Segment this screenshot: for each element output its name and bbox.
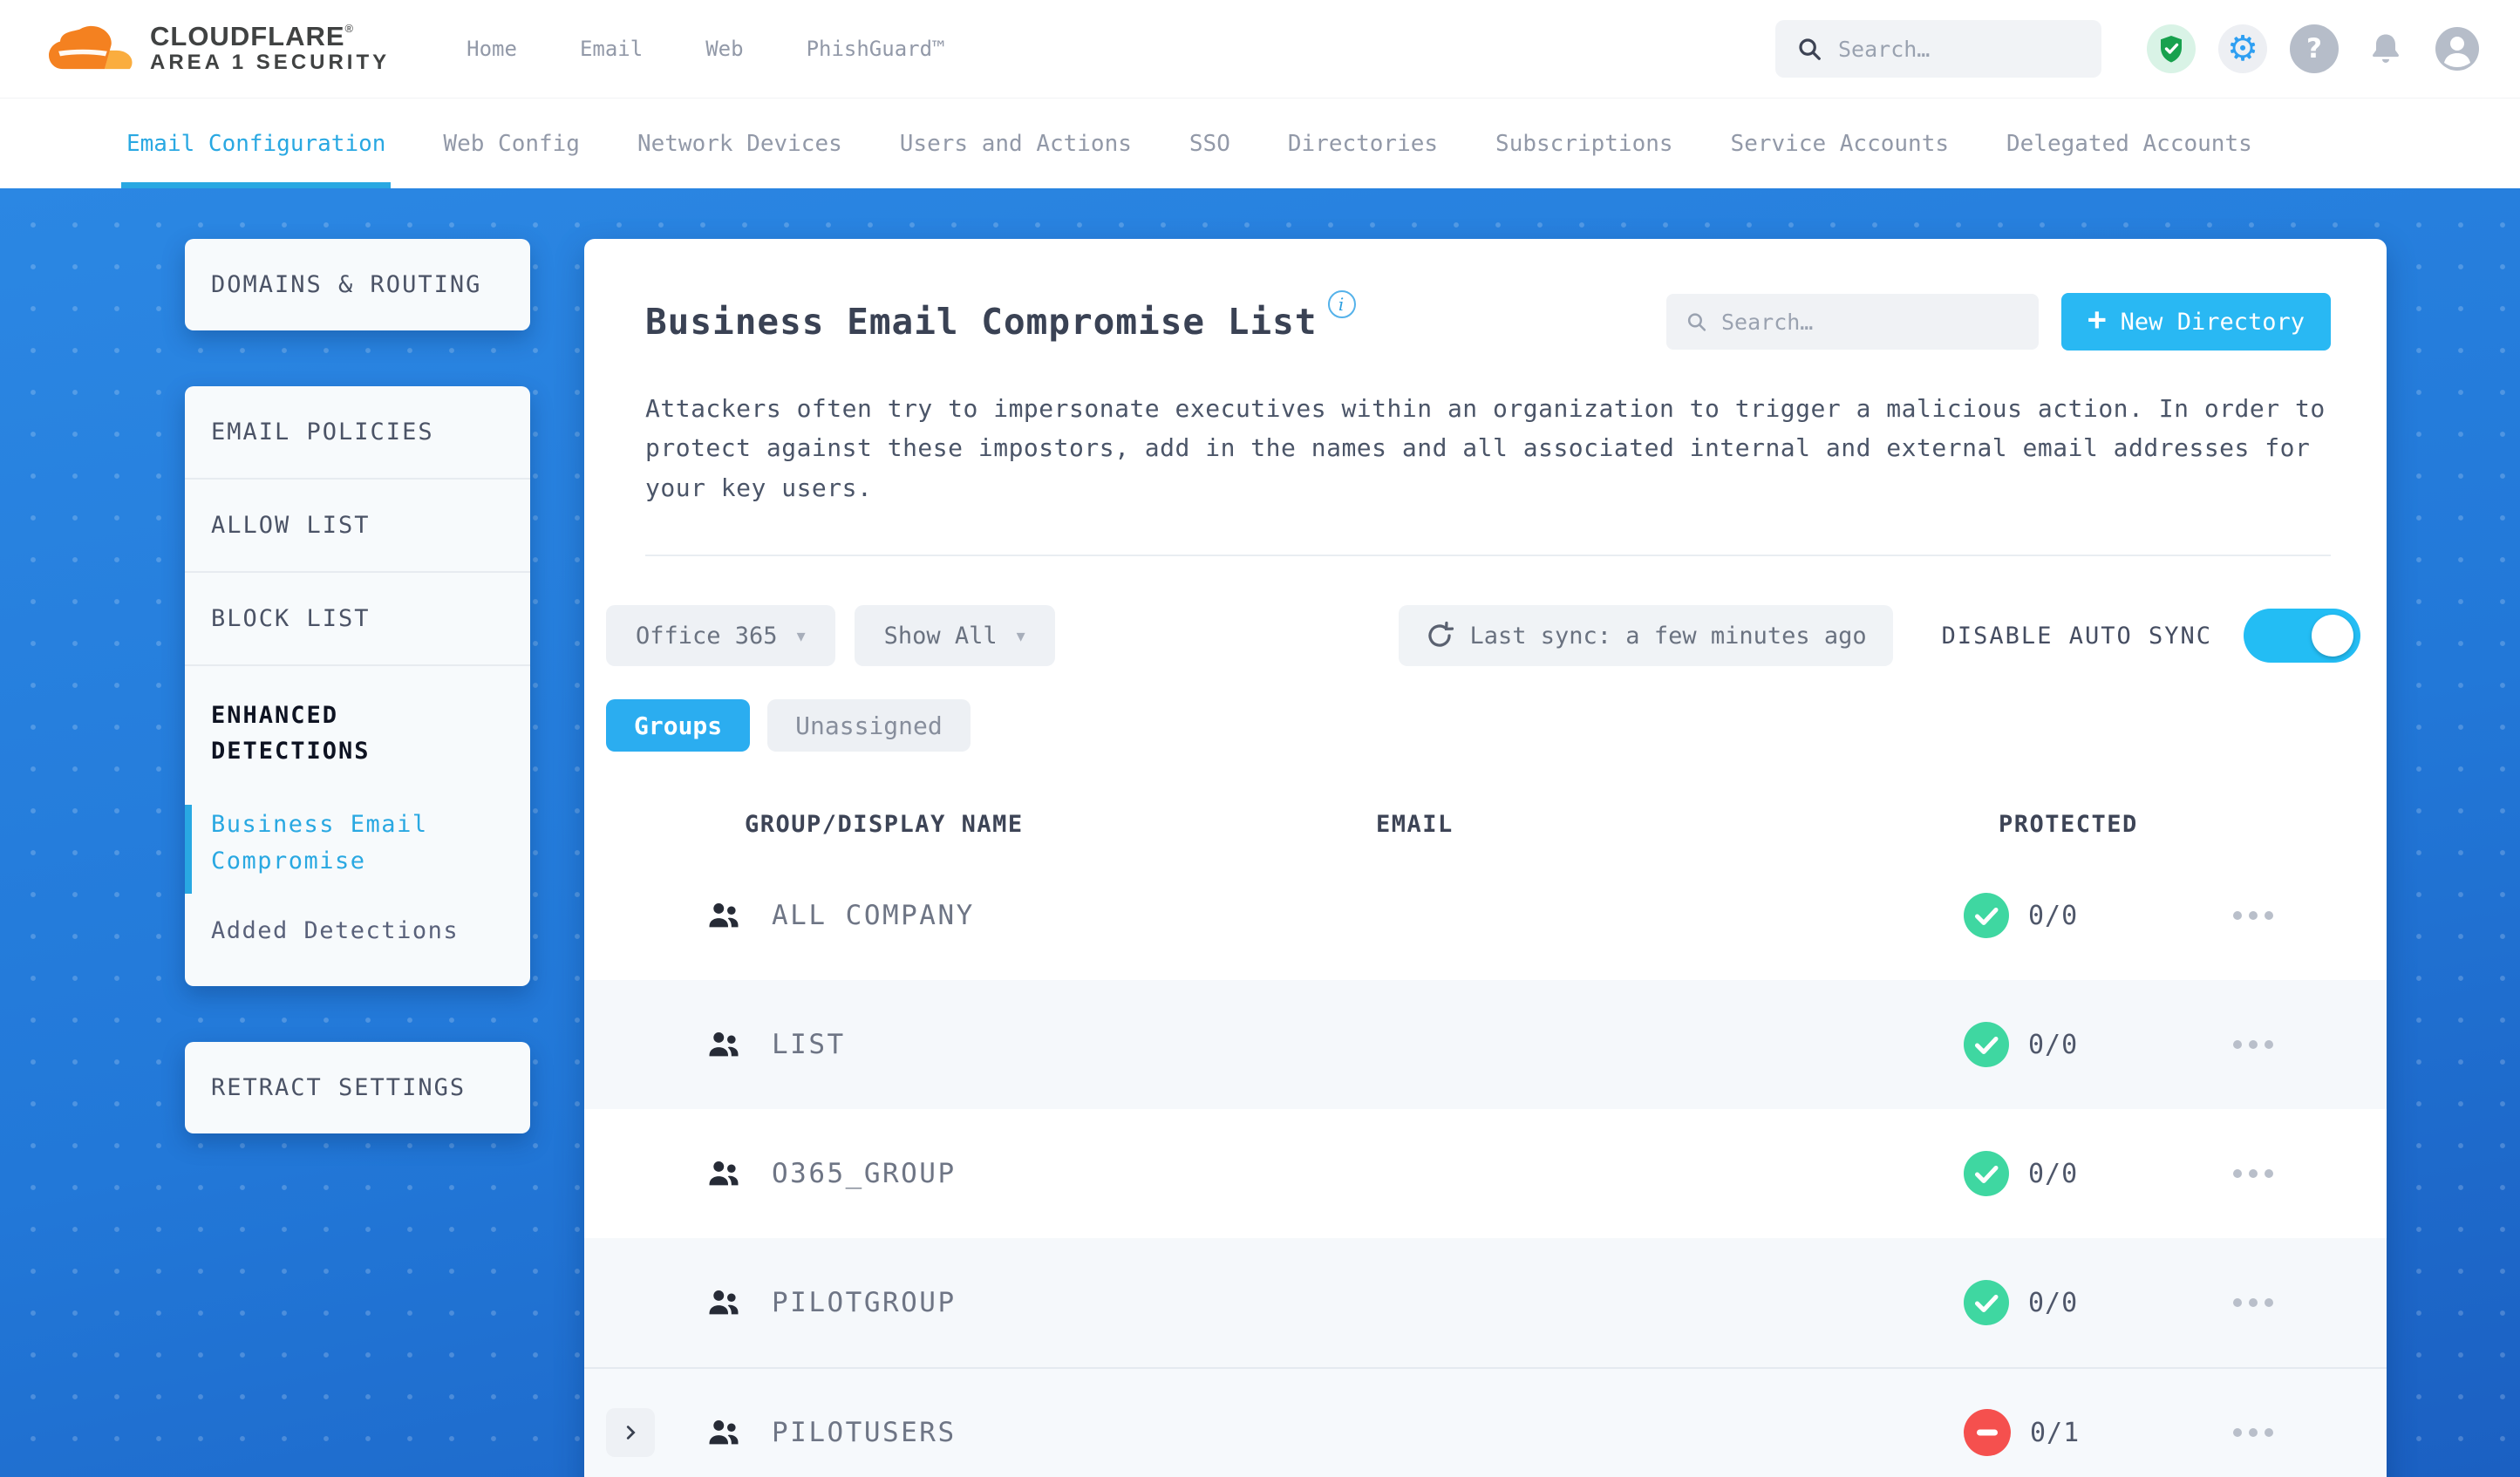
tab-delegated-accounts[interactable]: Delegated Accounts	[2006, 99, 2252, 188]
shield-check-icon	[2161, 36, 2182, 63]
tab-directories[interactable]: Directories	[1288, 99, 1438, 188]
protection-status-icon[interactable]	[2147, 24, 2196, 73]
top-header: CLOUDFLARE® AREA 1 SECURITY Home Email W…	[0, 0, 2520, 98]
settings-sidebar: DOMAINS & ROUTING EMAIL POLICIES ALLOW L…	[185, 239, 530, 1189]
protected-count: 0/1	[2030, 1417, 2081, 1448]
group-name: LIST	[772, 1029, 846, 1061]
row-menu-button[interactable]	[2221, 899, 2285, 932]
group-icon	[676, 1283, 772, 1323]
table-row: PILOTGROUP 0/0	[584, 1238, 2387, 1368]
groups-table: GROUP/DISPLAY NAME EMAIL PROTECTED ALL C…	[584, 797, 2387, 1477]
table-header: GROUP/DISPLAY NAME EMAIL PROTECTED	[584, 797, 2387, 851]
search-icon	[1799, 38, 1821, 60]
row-menu-button[interactable]	[2221, 1416, 2285, 1449]
tab-service-accounts[interactable]: Service Accounts	[1731, 99, 1949, 188]
sidebar-item-domains-routing[interactable]: DOMAINS & ROUTING	[185, 239, 530, 330]
protected-count: 0/0	[2028, 1158, 2079, 1189]
unprotected-minus-icon	[1964, 1409, 2011, 1457]
notifications-bell-icon[interactable]	[2361, 24, 2410, 73]
cloudflare-cloud-icon	[49, 25, 133, 70]
toggle-knob	[2312, 615, 2353, 657]
expand-row-button[interactable]	[606, 1408, 655, 1458]
protected-check-icon	[1964, 1022, 2009, 1068]
column-email: EMAIL	[1376, 810, 1454, 838]
new-directory-button[interactable]: + New Directory	[2060, 293, 2331, 351]
tab-email-configuration[interactable]: Email Configuration	[120, 99, 392, 188]
workspace-background: DOMAINS & ROUTING EMAIL POLICIES ALLOW L…	[0, 188, 2520, 1477]
list-search[interactable]	[1665, 294, 2039, 350]
sidebar-item-allow-list[interactable]: ALLOW LIST	[185, 478, 530, 571]
logo-wordmark: CLOUDFLARE®	[150, 20, 355, 51]
sidebar-item-retract-settings[interactable]: RETRACT SETTINGS	[185, 1042, 530, 1133]
protected-check-icon	[1964, 893, 2009, 939]
auto-sync-label: DISABLE AUTO SYNC	[1941, 622, 2212, 650]
group-icon	[676, 1024, 772, 1065]
protected-check-icon	[1964, 1151, 2009, 1197]
tab-web-config[interactable]: Web Config	[443, 99, 580, 188]
chevron-down-icon: ▾	[796, 625, 806, 647]
refresh-icon	[1427, 621, 1454, 647]
sidebar-item-added-detections[interactable]: Added Detections	[185, 897, 530, 986]
group-name: PILOTGROUP	[772, 1287, 957, 1319]
nav-web[interactable]: Web	[705, 37, 743, 61]
info-icon[interactable]: i	[1327, 290, 1356, 318]
chevron-right-icon	[626, 1426, 636, 1440]
protected-count: 0/0	[2028, 900, 2079, 931]
settings-gear-icon[interactable]: ⚙	[2218, 24, 2267, 73]
group-icon	[676, 895, 772, 936]
divider	[645, 555, 2331, 557]
protected-check-icon	[1964, 1280, 2009, 1326]
table-row: PILOTUSERS 0/1	[584, 1367, 2387, 1477]
row-menu-button[interactable]	[2221, 1286, 2285, 1319]
group-icon	[676, 1154, 772, 1194]
tab-subscriptions[interactable]: Subscriptions	[1495, 99, 1673, 188]
last-sync-label: Last sync: a few minutes ago	[1469, 622, 1867, 650]
bec-list-card: Business Email Compromise Listi + New Di…	[584, 239, 2387, 1477]
page-title: Business Email Compromise List i	[645, 290, 1666, 343]
nav-email[interactable]: Email	[580, 37, 643, 61]
page-description: Attackers often try to impersonate execu…	[645, 394, 2326, 502]
tab-sso[interactable]: SSO	[1189, 99, 1230, 188]
column-group-display-name: GROUP/DISPLAY NAME	[745, 810, 1024, 838]
nav-home[interactable]: Home	[467, 37, 517, 61]
top-nav: Home Email Web PhishGuard™	[467, 37, 944, 61]
logo-subtitle: AREA 1 SECURITY	[150, 51, 391, 75]
list-search-input[interactable]	[1720, 309, 2019, 335]
global-search[interactable]	[1775, 20, 2101, 78]
last-sync-button[interactable]: Last sync: a few minutes ago	[1398, 605, 1893, 667]
sidebar-item-email-policies[interactable]: EMAIL POLICIES	[185, 386, 530, 478]
protected-count: 0/0	[2028, 1029, 2079, 1060]
user-avatar[interactable]	[2433, 24, 2482, 73]
protected-count: 0/0	[2028, 1287, 2079, 1318]
help-icon[interactable]: ?	[2290, 24, 2339, 73]
search-icon	[1687, 313, 1706, 331]
show-filter-select[interactable]: Show All ▾	[854, 605, 1055, 667]
sidebar-item-block-list[interactable]: BLOCK LIST	[185, 571, 530, 664]
cloudflare-logo[interactable]: CLOUDFLARE® AREA 1 SECURITY	[49, 21, 390, 77]
sidebar-item-enhanced-detections[interactable]: ENHANCED DETECTIONS	[185, 664, 530, 801]
row-menu-button[interactable]	[2221, 1157, 2285, 1190]
group-name: ALL COMPANY	[772, 900, 975, 932]
plus-icon: +	[2087, 302, 2107, 337]
tab-groups[interactable]: Groups	[606, 699, 751, 752]
directory-select[interactable]: Office 365 ▾	[606, 605, 835, 667]
tab-network-devices[interactable]: Network Devices	[637, 99, 842, 188]
global-search-input[interactable]	[1838, 36, 2081, 62]
table-row: LIST 0/0	[584, 980, 2387, 1110]
tab-unassigned[interactable]: Unassigned	[767, 699, 971, 752]
sidebar-item-business-email-compromise[interactable]: Business Email Compromise	[185, 801, 530, 897]
table-row: O365_GROUP 0/0	[584, 1109, 2387, 1238]
tab-users-and-actions[interactable]: Users and Actions	[900, 99, 1132, 188]
nav-phishguard[interactable]: PhishGuard™	[807, 37, 945, 61]
registered-mark: ®	[344, 21, 355, 35]
group-name: PILOTUSERS	[772, 1417, 957, 1449]
section-tabs: Email Configuration Web Config Network D…	[0, 98, 2520, 188]
column-protected: PROTECTED	[1999, 810, 2138, 838]
chevron-down-icon: ▾	[1016, 625, 1025, 647]
auto-sync-toggle[interactable]	[2244, 609, 2360, 664]
table-row: ALL COMPANY 0/0	[584, 851, 2387, 980]
group-icon	[676, 1412, 772, 1453]
group-name: O365_GROUP	[772, 1158, 957, 1190]
row-menu-button[interactable]	[2221, 1028, 2285, 1061]
